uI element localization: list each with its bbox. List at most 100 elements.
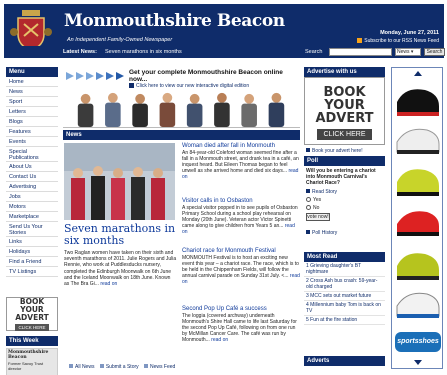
promo-people-image <box>63 90 300 128</box>
latest-news-link[interactable]: Seven marathons in six months <box>105 49 182 55</box>
menu-item-find-friend[interactable]: Find a Friend <box>6 257 58 267</box>
left-menu: Menu Home News Sport Letters Blogs Featu… <box>6 67 58 277</box>
all-news-link[interactable]: All News <box>75 364 94 370</box>
latest-news-label: Latest News: <box>63 49 97 55</box>
most-read-item[interactable]: 4 Millennium baby Tom is back on TV <box>304 301 385 316</box>
poll-box: Poll Will you be entering a chariot into… <box>304 156 385 237</box>
poll-read-story-link[interactable]: Read Story <box>304 188 385 196</box>
news-story-1: Woman died after fall in Monmouth An 84-… <box>182 143 300 180</box>
menu-item-blogs[interactable]: Blogs <box>6 117 58 127</box>
this-week-thumbnail[interactable]: Monmouthshire Beacon Former Savoy Trust … <box>6 348 58 375</box>
story-text: An 84-year-old Coleford woman seemed fin… <box>182 150 299 175</box>
skyscraper-advert[interactable]: sportsshoes <box>391 67 443 369</box>
most-read-list: 1 Grieving daughter's BT nightmare 2 Cro… <box>304 262 385 325</box>
scroll-up-icon[interactable] <box>414 71 422 76</box>
arrow-square-icon <box>99 364 104 368</box>
news-feed-link[interactable]: News Feed <box>150 364 175 370</box>
story-body: A special visitor popped in to see pupil… <box>182 205 300 235</box>
rss-icon <box>357 38 363 43</box>
search-category-select[interactable]: News ▾ <box>395 48 421 56</box>
latest-news-bar: Latest News: Seven marathons in six mont… <box>4 46 445 58</box>
radio-icon[interactable] <box>306 205 311 210</box>
advert-cta: CLICK HERE <box>317 129 372 140</box>
search-button[interactable]: Search <box>424 48 445 56</box>
menu-item-news[interactable]: News <box>6 87 58 97</box>
most-read-item[interactable]: 2 Cross Ash bus crash: 59-year-old charg… <box>304 277 385 292</box>
menu-item-letters[interactable]: Letters <box>6 107 58 117</box>
rss-subscribe-link[interactable]: Subscribe to our RSS News Feed <box>357 38 439 44</box>
menu-item-home[interactable]: Home <box>6 77 58 87</box>
menu-item-advertising[interactable]: Advertising <box>6 182 58 192</box>
story-text: MONMOUTH Festival is to host an exciting… <box>182 255 299 280</box>
poll-question: Will you be entering a chariot into Monm… <box>306 168 376 186</box>
story-text: A special visitor popped in to see pupil… <box>182 205 298 230</box>
search-label: Search <box>305 49 323 55</box>
menu-item-special-publications[interactable]: Special Publications <box>6 147 58 162</box>
read-on-link[interactable]: read on <box>211 337 228 343</box>
sportsshoes-logo[interactable]: sportsshoes <box>395 332 441 352</box>
promo-title: Get your complete Monmouthshire Beacon o… <box>129 69 283 83</box>
story-headline[interactable]: Visitor calls in to Osbaston <box>182 198 300 205</box>
nav-book-advert-banner[interactable]: BOOK YOUR ADVERT CLICK HERE <box>6 297 58 331</box>
most-read-heading: Most Read <box>304 252 385 262</box>
story-headline[interactable]: Woman died after fall in Monmouth <box>182 143 300 150</box>
this-week-thumb-title: Monmouthshire Beacon <box>8 350 49 360</box>
tagline: An Independent Family-Owned Newspaper <box>67 37 173 43</box>
menu-item-jobs[interactable]: Jobs <box>6 192 58 202</box>
poll-option-yes[interactable]: Yes <box>304 196 385 204</box>
arrow-square-icon <box>69 364 73 368</box>
menu-item-contact-us[interactable]: Contact Us <box>6 172 58 182</box>
menu-item-features[interactable]: Features <box>6 127 58 137</box>
most-read-item[interactable]: 3 MCC sets out market future <box>304 292 385 301</box>
nav-advert-line2: ADVERT <box>15 313 49 322</box>
book-advert-banner[interactable]: BOOK YOUR ADVERT CLICK HERE <box>304 77 385 145</box>
radio-icon[interactable] <box>306 197 311 202</box>
menu-item-events[interactable]: Events <box>6 137 58 147</box>
adverts-heading: Adverts <box>304 356 385 366</box>
this-week-heading: This Week <box>6 336 58 346</box>
arrow-square-icon <box>306 230 310 234</box>
menu-item-send-stories[interactable]: Send Us Your Stories <box>6 222 58 237</box>
lead-story-photo[interactable] <box>64 143 175 220</box>
search-category-value: News <box>397 49 410 55</box>
search-input[interactable] <box>329 48 392 56</box>
poll-heading: Poll <box>304 156 385 166</box>
submit-story-link[interactable]: Submit a Story <box>106 364 139 370</box>
menu-item-tv-listings[interactable]: TV Listings <box>6 267 58 277</box>
news-section: News Seven marathons in six months Two R… <box>63 130 300 343</box>
menu-item-holidays[interactable]: Holidays <box>6 247 58 257</box>
story-body: The loggia (covered archway) underneath … <box>182 313 300 343</box>
poll-read-story-label: Read Story <box>312 189 338 195</box>
story-headline[interactable]: Chariot race for Monmouth Festival <box>182 248 300 255</box>
menu-list: Home News Sport Letters Blogs Features E… <box>6 77 58 277</box>
arrow-square-icon <box>129 83 134 88</box>
poll-option-no[interactable]: No <box>304 204 385 212</box>
lead-story-text: Two Raglan women have taken on their six… <box>64 250 177 288</box>
news-story-3: Chariot race for Monmouth Festival MONMO… <box>182 248 300 285</box>
scroll-down-icon[interactable] <box>414 360 422 365</box>
news-footer-links: All News Submit a Story News Feed <box>65 364 175 370</box>
nav-advert-cta: CLICK HERE <box>15 324 49 331</box>
menu-item-about-us[interactable]: About Us <box>6 162 58 172</box>
vote-button[interactable]: vote now! <box>306 213 330 221</box>
most-read-item[interactable]: 1 Grieving daughter's BT nightmare <box>304 262 385 277</box>
advert-line2: ADVERT <box>315 111 374 126</box>
promo-link[interactable]: Click here to view our new interactive d… <box>129 83 249 89</box>
poll-history-link[interactable]: Poll History <box>304 229 385 237</box>
story-headline[interactable]: Second Pop Up Café a success <box>182 306 300 313</box>
most-read-box: Most Read 1 Grieving daughter's BT night… <box>304 252 385 325</box>
menu-item-marketplace[interactable]: Marketplace <box>6 212 58 222</box>
most-read-item[interactable]: 5 Fun at the fire station <box>304 316 385 325</box>
menu-item-motors[interactable]: Motors <box>6 202 58 212</box>
arrow-square-icon <box>144 364 149 368</box>
masthead-title[interactable]: Monmouthshire Beacon <box>64 11 285 31</box>
menu-item-links[interactable]: Links <box>6 237 58 247</box>
menu-item-sport[interactable]: Sport <box>6 97 58 107</box>
football-boots-image <box>396 89 440 318</box>
this-week-box: This Week Monmouthshire Beacon Former Sa… <box>6 336 58 375</box>
lead-read-on-link[interactable]: read on <box>100 281 117 287</box>
poll-option-label: Yes <box>313 197 322 203</box>
this-week-thumb-caption: Former Savoy Trust director <box>8 361 44 371</box>
news-story-2: Visitor calls in to Osbaston A special v… <box>182 198 300 235</box>
lead-story-headline[interactable]: Seven marathons in six months <box>64 223 179 247</box>
